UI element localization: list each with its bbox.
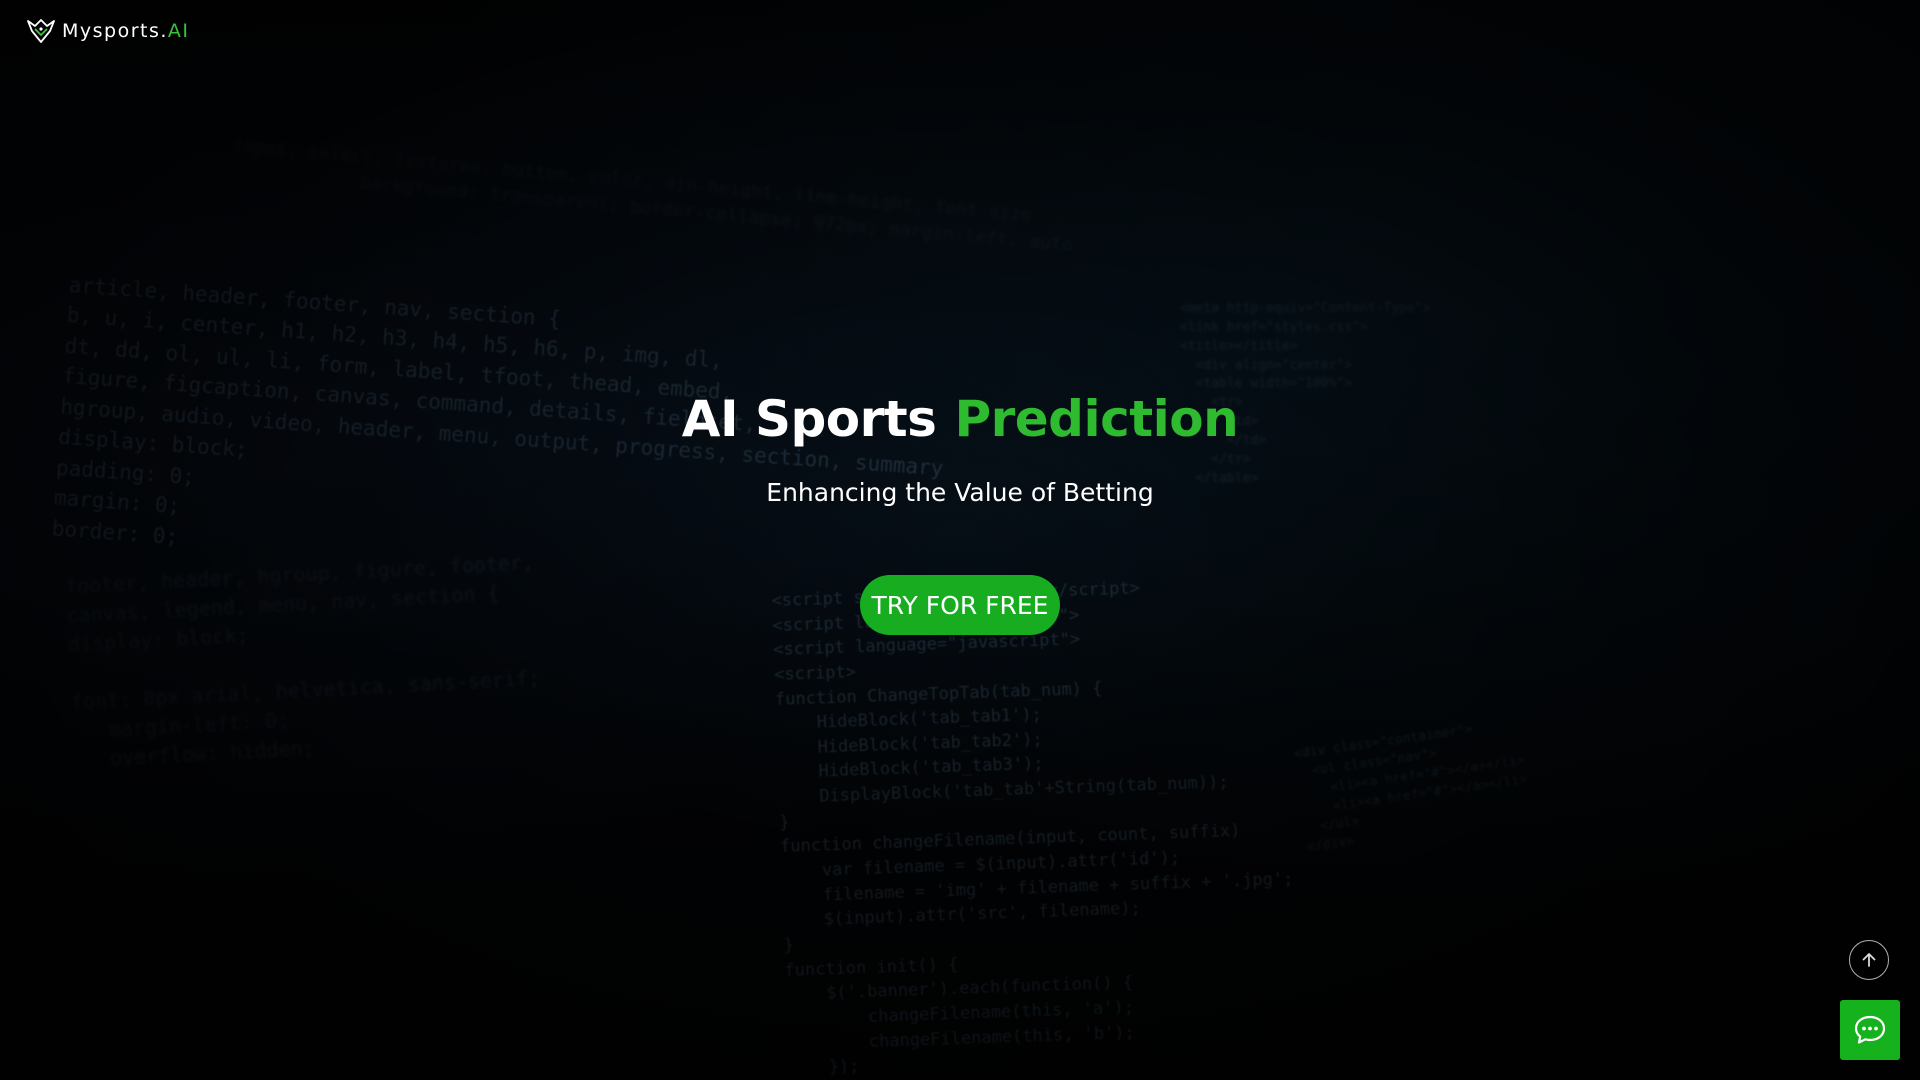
landing-page: input, select, textarea, button, color, … (0, 0, 1920, 1080)
chat-bubble-icon (1854, 1015, 1886, 1044)
try-for-free-button[interactable]: TRY FOR FREE (860, 575, 1060, 635)
brand-logo[interactable]: Mysports.AI (26, 18, 190, 44)
hero-section: AI Sports Prediction Enhancing the Value … (0, 390, 1920, 507)
brand-name: Mysports.AI (62, 20, 190, 42)
hero-title: AI Sports Prediction (0, 390, 1920, 448)
chat-button[interactable] (1840, 1000, 1900, 1060)
brand-name-accent: AI (167, 20, 190, 42)
background-vignette (0, 0, 1920, 1080)
hero-subtitle: Enhancing the Value of Betting (766, 478, 1154, 507)
arrow-up-icon (1862, 953, 1876, 967)
scroll-to-top-button[interactable] (1849, 940, 1889, 980)
code-background: input, select, textarea, button, color, … (51, 135, 1529, 1078)
hero-title-accent: Prediction (954, 390, 1239, 448)
hero-title-main: AI Sports (681, 390, 937, 448)
brand-name-main: Mysports. (62, 20, 168, 42)
eagle-head-icon (27, 19, 55, 43)
